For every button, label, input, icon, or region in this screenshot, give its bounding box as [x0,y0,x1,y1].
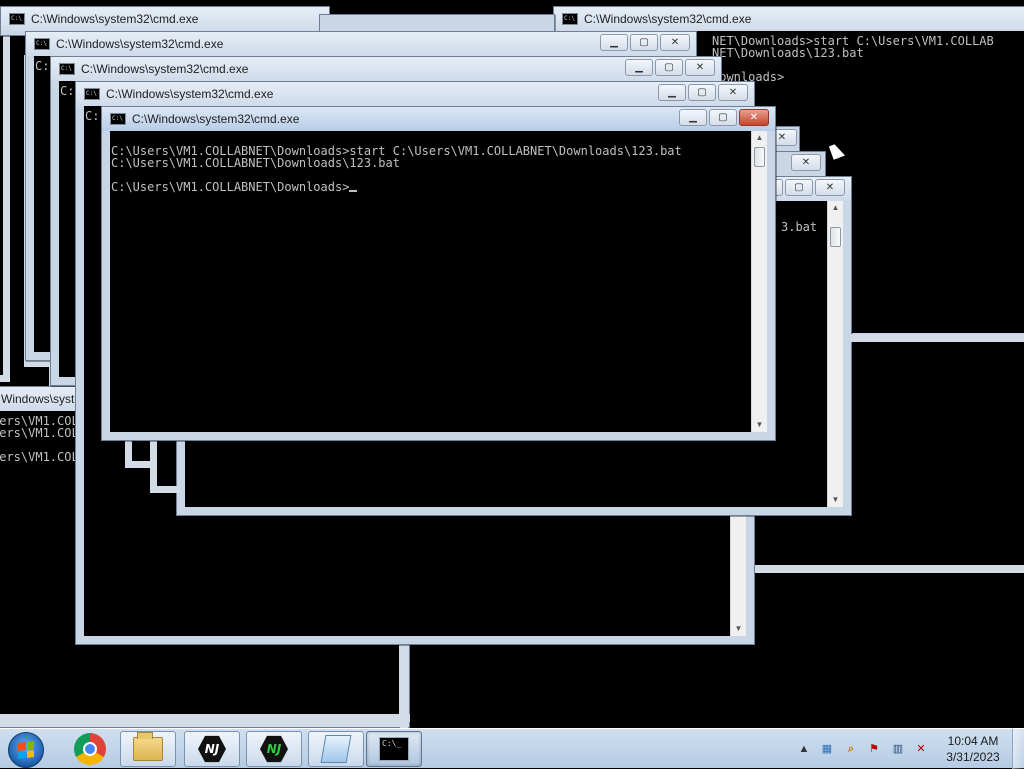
nj-app-icon: NJ [198,735,226,763]
minimize-button[interactable]: ▁ [625,59,653,76]
cmd-icon: C:\ [110,113,126,125]
console-prompt: C:\Users\VM1.COLLABNET\Downloads> [111,180,350,194]
console-output[interactable]: C:\Users\VM1.COLLABNET\Downloads>start C… [110,131,751,432]
minimize-button[interactable]: ▁ [679,109,707,126]
scroll-up-arrow-icon[interactable]: ▲ [828,201,843,215]
back-window-frame-1 [0,30,10,382]
back-window-frame-right-2 [755,563,1024,573]
console-line: sers\VM1.COL [0,450,79,464]
volume-muted-icon[interactable]: ✕ [914,742,928,756]
minimize-button[interactable]: ▁ [658,84,686,101]
console-line: sers\VM1.COL [0,426,79,440]
cmd-window-1b[interactable] [319,14,555,32]
window-title: C:\Windows\system32\cmd.exe [584,12,752,26]
taskbar-explorer[interactable] [120,731,176,767]
clock-date: 3/31/2023 [946,750,1000,764]
console-line: 3.bat [781,220,818,234]
scroll-thumb[interactable] [754,147,765,167]
taskbar-notepad[interactable] [308,731,364,767]
scroll-down-arrow-icon[interactable]: ▼ [731,622,746,636]
network-icon[interactable]: ▥ [891,742,905,756]
windows-logo-icon [18,741,34,759]
console-line: C: [60,84,75,98]
scroll-up-arrow-icon[interactable]: ▲ [752,131,767,145]
window-title: C:\Windows\system32\cmd.exe [81,62,249,76]
show-desktop-button[interactable] [1012,729,1024,769]
console-line: NET\Downloads\123.bat [712,46,864,60]
taskbar-nj-2[interactable]: NJ [246,731,302,767]
vertical-scrollbar[interactable]: ▲ ▼ [751,131,767,432]
chrome-icon [74,733,106,765]
cmd-icon: C:\_ [379,737,409,761]
close-button[interactable]: ✕ [815,179,845,196]
window-title: Windows\syste [1,392,82,406]
cmd-icon: C:\ [59,63,75,75]
window-titlebar[interactable]: C:\ C:\Windows\system32\cmd.exe ▁ ▢ ✕ [76,82,754,106]
scroll-thumb[interactable] [830,227,841,247]
text-cursor [349,190,358,192]
maximize-button[interactable]: ▢ [688,84,716,101]
window-title: C:\Windows\system32\cmd.exe [56,37,224,51]
window-titlebar[interactable]: C:\ C:\Windows\system32\cmd.exe [1,7,329,31]
close-button[interactable]: ✕ [685,59,715,76]
clock-time: 10:04 AM [947,734,999,748]
maximize-button[interactable]: ▢ [630,34,658,51]
start-button[interactable] [8,732,44,768]
window-titlebar[interactable]: C:\ C:\Windows\system32\cmd.exe ▁ ▢ ✕ [51,57,721,81]
window-titlebar[interactable]: C:\ C:\Windows\system32\cmd.exe ▁ ▢ ✕ [26,32,696,56]
close-button[interactable]: ✕ [660,34,690,51]
scroll-down-arrow-icon[interactable]: ▼ [828,493,843,507]
taskbar-chrome[interactable] [62,731,118,767]
search-icon[interactable]: ⌕ [844,742,858,756]
notepad-icon [320,735,352,763]
window-titlebar[interactable]: C:\ C:\Windows\system32\cmd.exe ▁ ▢ ✕ [102,107,775,131]
system-clock[interactable]: 10:04 AM 3/31/2023 [938,733,1008,765]
window-title: C:\Windows\system32\cmd.exe [31,12,199,26]
close-button[interactable]: ✕ [739,109,769,126]
back-window-frame-bottom-2 [0,712,410,722]
back-window-frame-left-bottom-2 [150,438,180,493]
close-button[interactable]: ✕ [718,84,748,101]
back-window-frame-right [850,332,1024,342]
cmd-icon: C:\ [84,88,100,100]
console-line: C:\Users\VM1.COLLABNET\Downloads\123.bat [111,156,400,170]
console-line: C: [85,109,100,123]
vertical-scrollbar[interactable]: ▲ ▼ [827,201,843,507]
console-line: C: [35,59,50,73]
show-hidden-icons-arrow-icon[interactable]: ▲ [797,742,811,756]
folder-icon [133,732,163,761]
maximize-button[interactable]: ▢ [785,179,813,196]
close-button[interactable]: ✕ [791,154,821,171]
scroll-down-arrow-icon[interactable]: ▼ [752,418,767,432]
window-title: C:\Windows\system32\cmd.exe [132,112,300,126]
taskbar: NJ NJ C:\_ ▲ ▦ ⌕ ⚑ ▥ ✕ 10:04 AM 3/31/202… [0,728,1024,769]
cmd-icon: C:\ [34,38,50,50]
maximize-button[interactable]: ▢ [655,59,683,76]
cmd-icon: C:\ [9,13,25,25]
cmd-icon: C:\ [562,13,578,25]
window-title: C:\Windows\system32\cmd.exe [106,87,274,101]
taskbar-nj-1[interactable]: NJ [184,731,240,767]
nj-app-icon: NJ [260,735,288,763]
taskbar-cmd[interactable]: C:\_ [366,731,422,767]
action-center-flag-icon[interactable]: ⚑ [867,742,881,756]
network-sharing-icon[interactable]: ▦ [820,742,834,756]
maximize-button[interactable]: ▢ [709,109,737,126]
window-titlebar[interactable]: C:\ C:\Windows\system32\cmd.exe [554,7,1024,31]
minimize-button[interactable]: ▁ [600,34,628,51]
cmd-window-active[interactable]: C:\ C:\Windows\system32\cmd.exe ▁ ▢ ✕ C:… [101,106,776,441]
